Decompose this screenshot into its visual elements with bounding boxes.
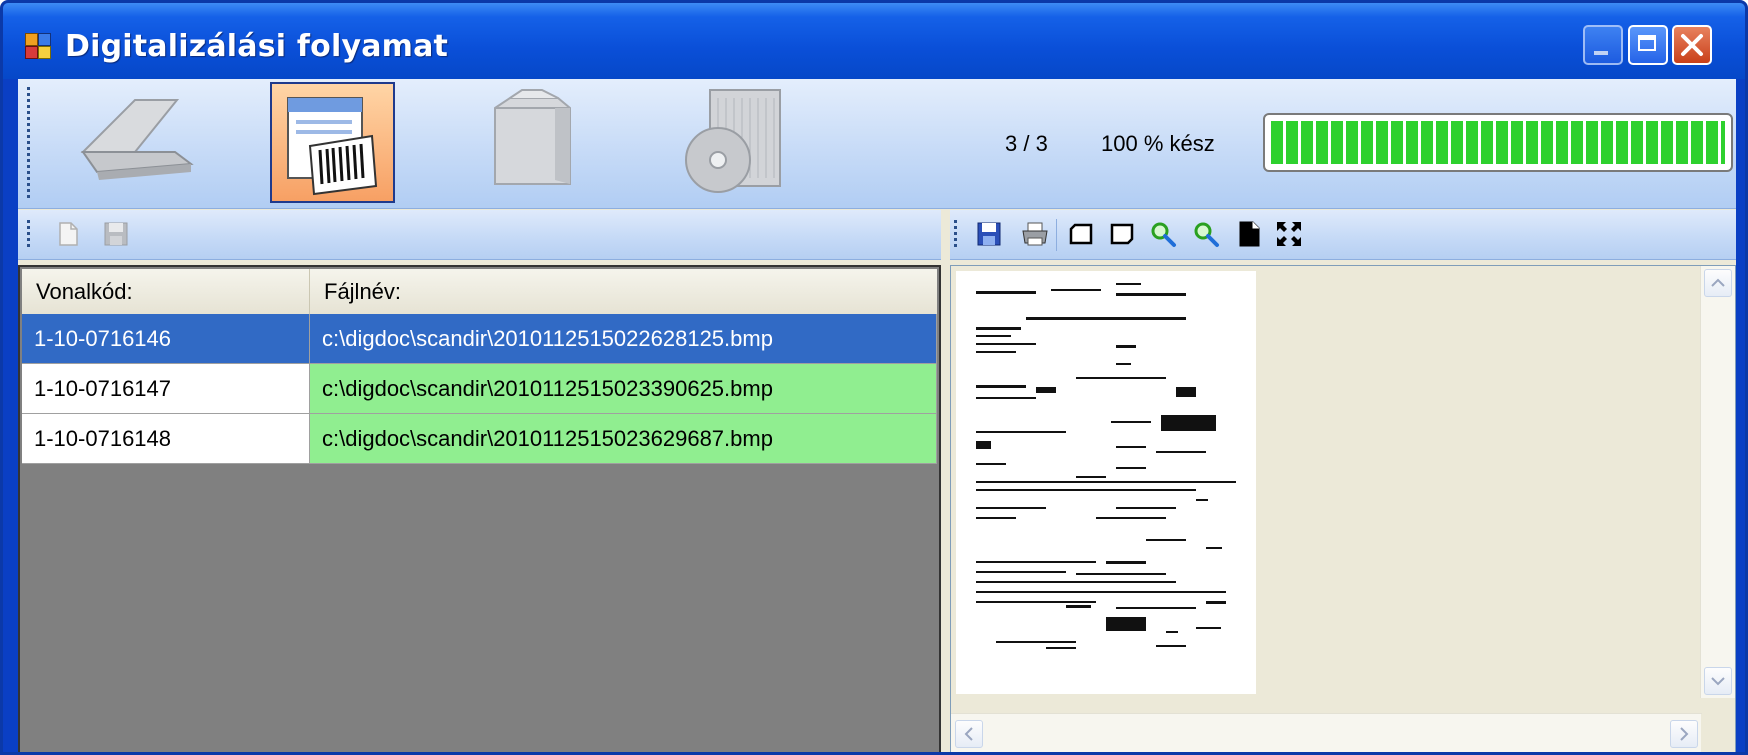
document-grid[interactable]: Vonalkód: Fájlnév: 1-10-0716146 c:\digdo…	[18, 265, 941, 752]
barcode-cell: 1-10-0716146	[22, 314, 310, 364]
progress-fill	[1271, 121, 1725, 164]
package-step-button[interactable]	[470, 82, 595, 203]
viewer-save-button[interactable]	[975, 220, 1003, 248]
barcode-cell: 1-10-0716147	[22, 364, 310, 414]
column-header-barcode[interactable]: Vonalkód:	[22, 269, 310, 314]
new-button[interactable]	[54, 220, 82, 248]
column-header-filename[interactable]: Fájlnév:	[310, 269, 937, 314]
fullscreen-button[interactable]	[1275, 220, 1303, 248]
list-toolbar	[18, 210, 941, 260]
table-row[interactable]: 1-10-0716148 c:\digdoc\scandir\201011251…	[22, 414, 937, 464]
barcode-cell: 1-10-0716148	[22, 414, 310, 464]
rotate-left-button[interactable]	[1067, 220, 1095, 248]
toolbar-grip[interactable]	[954, 220, 957, 250]
zoom-in-icon	[1151, 222, 1176, 247]
fullscreen-icon	[1277, 222, 1301, 246]
print-icon	[1022, 222, 1048, 246]
chevron-left-icon	[964, 727, 973, 741]
progress-percent: 100 % kész	[1101, 131, 1215, 156]
scanned-document-preview	[956, 271, 1256, 694]
vertical-scrollbar[interactable]	[1700, 266, 1735, 698]
save-icon	[977, 222, 1001, 246]
rotate-left-icon	[1069, 223, 1093, 245]
rotate-right-button[interactable]	[1108, 220, 1136, 248]
toolbar-grip[interactable]	[27, 220, 30, 250]
toolbar-grip[interactable]	[27, 87, 30, 199]
client-area: 3 / 3 100 % kész Vonalkód: Fájlnév: 1-10…	[18, 79, 1736, 752]
scanner-icon	[80, 99, 194, 180]
chevron-right-icon	[1680, 727, 1689, 741]
progress-bar	[1263, 113, 1733, 172]
close-icon	[1681, 34, 1703, 56]
horizontal-scrollbar[interactable]	[951, 713, 1702, 752]
print-button[interactable]	[1020, 220, 1048, 248]
zoom-out-button[interactable]	[1192, 220, 1220, 248]
title-bar[interactable]: Digitalizálási folyamat	[3, 3, 1745, 79]
app-window: Digitalizálási folyamat 3 / 3 100 % kész…	[0, 0, 1748, 755]
save-button[interactable]	[102, 220, 130, 248]
filename-cell: c:\digdoc\scandir\201011251502362968​7.b…	[310, 414, 937, 464]
rotate-right-icon	[1110, 223, 1134, 245]
viewer-toolbar	[950, 210, 1736, 260]
scroll-right-button[interactable]	[1670, 720, 1698, 748]
minimize-icon	[1594, 51, 1608, 55]
barcode-step-button[interactable]	[270, 82, 395, 203]
maximize-icon	[1638, 35, 1656, 51]
table-row[interactable]: 1-10-0716147 c:\digdoc\scandir\201011251…	[22, 364, 937, 414]
zoom-out-icon	[1194, 222, 1219, 247]
scroll-down-button[interactable]	[1704, 667, 1732, 695]
table-row[interactable]: 1-10-0716146 c:\digdoc\scandir\201011251…	[22, 314, 937, 364]
scan-step-button[interactable]	[75, 82, 200, 203]
page-count: 3 / 3	[1005, 131, 1048, 156]
archive-disc-icon	[685, 89, 781, 193]
scroll-up-button[interactable]	[1704, 269, 1732, 297]
new-document-icon	[59, 222, 78, 246]
filename-cell: c:\digdoc\scandir\201011251502339062​5.b…	[310, 364, 937, 414]
package-icon	[494, 89, 571, 185]
chevron-down-icon	[1711, 677, 1725, 686]
grid-header: Vonalkód: Fájlnév:	[22, 269, 937, 316]
toolbar-separator	[1056, 219, 1057, 251]
scanned-document-image	[976, 283, 1236, 649]
minimize-button[interactable]	[1583, 25, 1623, 65]
chevron-up-icon	[1711, 278, 1725, 287]
step-toolbar: 3 / 3 100 % kész	[18, 79, 1736, 209]
barcode-document-icon	[287, 97, 378, 196]
image-viewer[interactable]	[950, 265, 1736, 752]
fit-page-icon	[1239, 221, 1260, 247]
close-button[interactable]	[1672, 25, 1712, 65]
fit-page-button[interactable]	[1235, 220, 1263, 248]
zoom-in-button[interactable]	[1149, 220, 1177, 248]
scrollbar-corner	[1701, 714, 1735, 752]
archive-step-button[interactable]	[670, 82, 795, 203]
window-title: Digitalizálási folyamat	[65, 29, 449, 64]
maximize-button[interactable]	[1628, 25, 1668, 65]
app-icon	[25, 33, 51, 59]
save-icon	[104, 222, 128, 246]
filename-cell: c:\digdoc\scandir\20101125150226281​25.b…	[310, 314, 937, 364]
scroll-left-button[interactable]	[955, 720, 983, 748]
